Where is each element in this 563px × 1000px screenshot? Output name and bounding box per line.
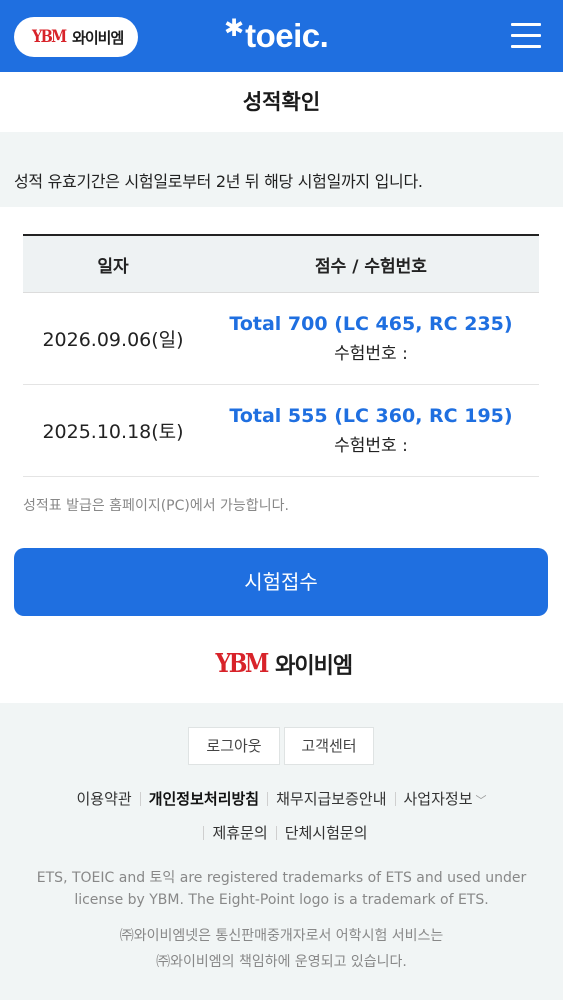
table-row: 2025.10.18(토) Total 555 (LC 360, RC 195)… [23, 385, 539, 477]
divider [267, 791, 269, 806]
footer: 로그아웃 고객센터 이용약관 개인정보처리방침 채무지급보증안내 사업자정보 ﹀ … [0, 703, 563, 1000]
exam-number: 수험번호 : [334, 435, 408, 456]
ybm-logo-text: 와이비엠 [72, 28, 124, 47]
ybm-logo-mark: YBM [31, 27, 67, 47]
ybm-logo-mark: YBM [215, 649, 269, 679]
issue-note: 성적표 발급은 홈페이지(PC)에서 가능합니다. [23, 498, 289, 514]
toeic-star-icon: ✱ [224, 14, 245, 42]
divider [139, 791, 141, 806]
hamburger-menu-icon[interactable] [511, 23, 541, 49]
group-exam-link[interactable]: 단체시험문의 [285, 822, 368, 843]
total-score-link[interactable]: Total 700 (LC 465, RC 235) [203, 309, 539, 339]
validity-notice: 성적 유효기간은 시험일로부터 2년 뒤 해당 시험일까지 입니다. [14, 172, 423, 191]
apply-exam-button[interactable]: 시험접수 [14, 548, 548, 616]
toeic-logo[interactable]: ✱ toeic. [224, 14, 329, 55]
footer-links-row: 이용약관 개인정보처리방침 채무지급보증안내 사업자정보 ﹀ [0, 788, 563, 809]
chevron-down-icon: ﹀ [475, 794, 487, 807]
footer-links-row: 제휴문의 단체시험문의 [0, 822, 563, 843]
partnership-link[interactable]: 제휴문의 [212, 822, 267, 843]
terms-link[interactable]: 이용약관 [76, 788, 131, 809]
logout-button[interactable]: 로그아웃 [188, 727, 280, 765]
debt-guarantee-link[interactable]: 채무지급보증안내 [276, 788, 386, 809]
toeic-logo-text: toeic. [245, 17, 329, 54]
header-date: 일자 [97, 256, 129, 277]
table-row: 2026.09.06(일) Total 700 (LC 465, RC 235)… [23, 293, 539, 385]
score-table: 일자 점수 / 수험번호 2026.09.06(일) Total 700 (LC… [23, 234, 539, 477]
divider [275, 825, 277, 840]
company-line-2: ㈜와이비엠의 책임하에 운영되고 있습니다. [156, 954, 407, 970]
trademark-line-1: ETS, TOEIC and 토익 are registered tradema… [36, 870, 527, 886]
score-cell: Total 555 (LC 360, RC 195) 수험번호 : [203, 401, 539, 461]
header-score: 점수 / 수험번호 [315, 256, 427, 277]
total-score-link[interactable]: Total 555 (LC 360, RC 195) [203, 401, 539, 431]
divider [394, 791, 396, 806]
privacy-policy-link[interactable]: 개인정보처리방침 [149, 788, 259, 809]
exam-date: 2026.09.06(일) [42, 329, 184, 351]
exam-number: 수험번호 : [334, 343, 408, 364]
ybm-home-link[interactable]: YBM 와이비엠 [14, 17, 138, 57]
top-header: YBM 와이비엠 ✱ toeic. [0, 0, 563, 72]
exam-date: 2025.10.18(토) [42, 421, 184, 443]
company-line-1: ㈜와이비엠넷은 통신판매중개자로서 어학시험 서비스는 [119, 928, 444, 944]
customer-center-button[interactable]: 고객센터 [284, 727, 374, 765]
footer-ybm-logo: YBM 와이비엠 [0, 648, 563, 680]
trademark-line-2: license by YBM. The Eight-Point logo is … [74, 892, 489, 908]
business-info-label: 사업자정보 [403, 790, 473, 808]
business-info-link[interactable]: 사업자정보 ﹀ [404, 788, 487, 809]
ybm-logo-text: 와이비엠 [275, 654, 353, 679]
divider [203, 825, 205, 840]
table-header: 일자 점수 / 수험번호 [23, 236, 539, 293]
score-cell: Total 700 (LC 465, RC 235) 수험번호 : [203, 309, 539, 369]
page-title: 성적확인 [0, 72, 563, 132]
